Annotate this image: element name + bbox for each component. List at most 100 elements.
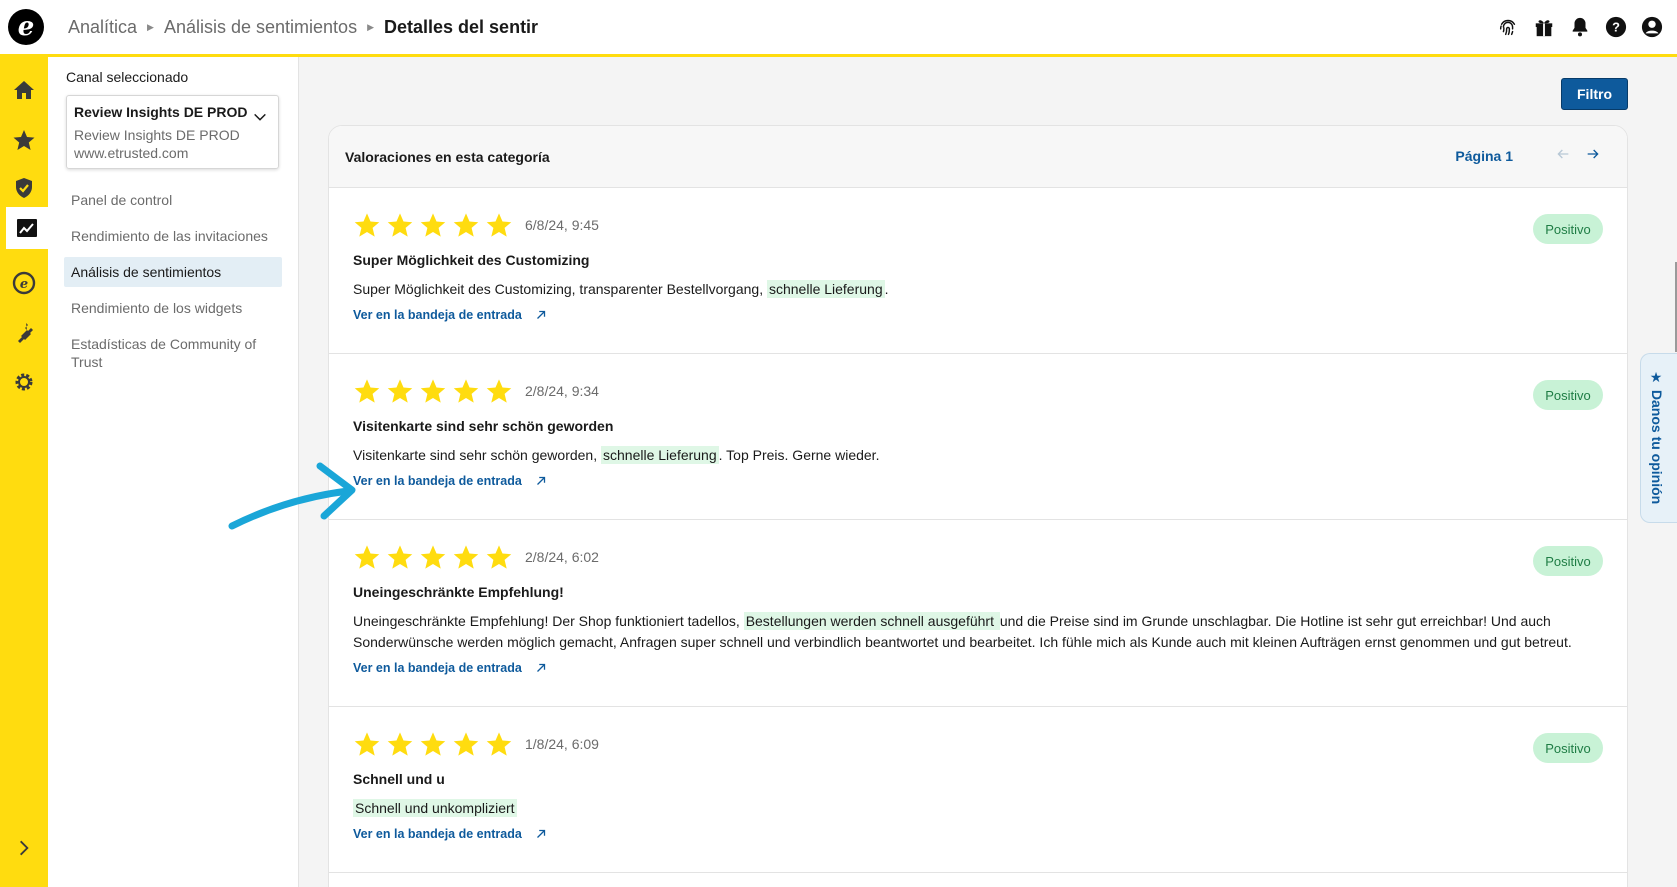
channel-title: Review Insights DE PROD bbox=[74, 104, 248, 120]
chevron-down-icon bbox=[252, 109, 268, 130]
svg-text:?: ? bbox=[1612, 20, 1620, 35]
review-date: 6/8/24, 9:45 bbox=[525, 217, 599, 233]
star-icon bbox=[387, 545, 413, 569]
external-link-icon bbox=[536, 310, 545, 319]
star-icon bbox=[354, 379, 380, 403]
bell-icon[interactable] bbox=[1569, 16, 1591, 38]
card-title: Valoraciones en esta categoría bbox=[345, 148, 550, 165]
review-date: 1/8/24, 6:09 bbox=[525, 736, 599, 752]
main-content: Filtro Valoraciones en esta categoría Pá… bbox=[300, 57, 1677, 887]
sidebar-item-community[interactable]: Estadísticas de Community of Trust bbox=[64, 329, 282, 377]
star-icon bbox=[387, 213, 413, 237]
star-rating: 2/8/24, 9:34 bbox=[353, 376, 1627, 406]
breadcrumb-item-sentiment[interactable]: Análisis de sentimientos bbox=[164, 17, 357, 38]
breadcrumb-item-analytics[interactable]: Analítica bbox=[68, 17, 137, 38]
star-icon bbox=[420, 213, 446, 237]
review-item: 2/8/24, 9:34 Visitenkarte sind sehr schö… bbox=[329, 354, 1627, 520]
star-icon bbox=[387, 732, 413, 756]
star-icon bbox=[486, 732, 512, 756]
sidebar-item-widgets[interactable]: Rendimiento de los widgets bbox=[64, 293, 282, 323]
review-text-before: Visitenkarte sind sehr schön geworden, bbox=[353, 447, 601, 463]
star-icon bbox=[453, 213, 479, 237]
feedback-tab-label: ★ Danos tu opinión bbox=[1649, 370, 1665, 505]
status-badge: Positivo bbox=[1533, 546, 1603, 576]
reviews-card: Valoraciones en esta categoría Página 1 … bbox=[328, 125, 1628, 887]
review-date: 2/8/24, 6:02 bbox=[525, 549, 599, 565]
review-title: Visitenkarte sind sehr schön geworden bbox=[353, 418, 614, 434]
shield-check-icon[interactable] bbox=[0, 167, 48, 209]
sidebar-item-sentiment[interactable]: Análisis de sentimientos bbox=[64, 257, 282, 287]
external-link-icon bbox=[536, 663, 545, 672]
review-highlight: Bestellungen werden schnell ausgeführt bbox=[743, 612, 1000, 630]
star-icon bbox=[387, 379, 413, 403]
channel-details: Review Insights DE PROD www.etrusted.com bbox=[74, 126, 271, 162]
star-rating: 1/8/24, 6:09 bbox=[353, 729, 1627, 759]
sidebar-menu: Panel de control Rendimiento de las invi… bbox=[64, 185, 282, 383]
review-item: 1/8/24, 6:09 Schnell und u Schnell und u… bbox=[329, 707, 1627, 873]
star-icon bbox=[486, 545, 512, 569]
plug-icon[interactable] bbox=[0, 311, 48, 353]
star-icon bbox=[354, 213, 380, 237]
view-in-inbox-label: Ver en la bandeja de entrada bbox=[353, 827, 522, 841]
status-badge: Positivo bbox=[1533, 380, 1603, 410]
review-text-before: Uneingeschränkte Empfehlung! Der Shop fu… bbox=[353, 613, 744, 629]
review-text: Uneingeschränkte Empfehlung! Der Shop fu… bbox=[353, 611, 1627, 653]
review-highlight: Schnell und unkompliziert bbox=[353, 799, 517, 817]
status-badge: Positivo bbox=[1533, 214, 1603, 244]
channel-name: Review Insights DE PROD bbox=[74, 127, 240, 143]
annotation-arrow-icon bbox=[228, 462, 356, 530]
review-text: Visitenkarte sind sehr schön geworden, s… bbox=[353, 445, 1627, 466]
etrusted-logo[interactable]: e bbox=[8, 9, 44, 45]
sidebar-item-dashboard[interactable]: Panel de control bbox=[64, 185, 282, 215]
review-title: Super Möglichkeit des Customizing bbox=[353, 252, 590, 268]
page-indicator: Página 1 bbox=[1455, 148, 1513, 164]
top-bar: e Analítica ▶ Análisis de sentimientos ▶… bbox=[0, 0, 1677, 57]
view-in-inbox-link[interactable]: Ver en la bandeja de entrada bbox=[353, 661, 548, 675]
view-in-inbox-label: Ver en la bandeja de entrada bbox=[353, 308, 522, 322]
view-in-inbox-link[interactable]: Ver en la bandeja de entrada bbox=[353, 308, 548, 322]
review-date: 2/8/24, 9:34 bbox=[525, 383, 599, 399]
star-icon bbox=[354, 732, 380, 756]
home-icon[interactable] bbox=[0, 69, 48, 111]
review-text-before: Super Möglichkeit des Customizing, trans… bbox=[353, 281, 767, 297]
arrow-left-icon[interactable] bbox=[1555, 146, 1571, 167]
view-in-inbox-label: Ver en la bandeja de entrada bbox=[353, 474, 522, 488]
filter-button[interactable]: Filtro bbox=[1561, 78, 1628, 110]
view-in-inbox-link[interactable]: Ver en la bandeja de entrada bbox=[353, 827, 548, 841]
fingerprint-icon[interactable] bbox=[1497, 16, 1519, 38]
top-icons: ? bbox=[1497, 16, 1663, 38]
review-text-after: . Top Preis. Gerne wieder. bbox=[718, 447, 880, 463]
star-icon bbox=[453, 732, 479, 756]
review-text: Super Möglichkeit des Customizing, trans… bbox=[353, 279, 1627, 300]
user-icon[interactable] bbox=[1641, 16, 1663, 38]
arrow-right-icon[interactable] bbox=[1585, 146, 1601, 167]
breadcrumb-separator-icon: ▶ bbox=[147, 21, 154, 32]
review-highlight: schnelle Lieferung bbox=[766, 280, 885, 298]
view-in-inbox-link[interactable]: Ver en la bandeja de entrada bbox=[353, 474, 548, 488]
external-link-icon bbox=[536, 476, 545, 485]
help-icon[interactable]: ? bbox=[1605, 16, 1627, 38]
gear-icon[interactable] bbox=[0, 361, 48, 403]
main-nav-rail: e bbox=[0, 57, 48, 887]
star-icon bbox=[486, 213, 512, 237]
star-icon[interactable] bbox=[0, 119, 48, 161]
channel-selector[interactable]: Review Insights DE PROD Review Insights … bbox=[66, 95, 279, 169]
etrusted-icon[interactable]: e bbox=[0, 262, 48, 304]
status-badge: Positivo bbox=[1533, 733, 1603, 763]
channel-label: Canal seleccionado bbox=[66, 69, 189, 85]
feedback-tab[interactable]: ★ Danos tu opinión bbox=[1640, 353, 1677, 523]
review-highlight: schnelle Lieferung bbox=[601, 446, 719, 464]
chevron-right-icon[interactable] bbox=[0, 827, 48, 869]
star-icon bbox=[420, 379, 446, 403]
review-text: Schnell und unkompliziert bbox=[353, 798, 1627, 819]
star-rating: 2/8/24, 6:02 bbox=[353, 542, 1627, 572]
view-in-inbox-label: Ver en la bandeja de entrada bbox=[353, 661, 522, 675]
review-title: Uneingeschränkte Empfehlung! bbox=[353, 584, 564, 600]
star-icon bbox=[420, 732, 446, 756]
star-icon bbox=[453, 545, 479, 569]
sidebar-item-invitations[interactable]: Rendimiento de las invitaciones bbox=[64, 221, 282, 251]
analytics-icon[interactable] bbox=[6, 207, 48, 249]
gift-icon[interactable] bbox=[1533, 16, 1555, 38]
review-text-after: . bbox=[884, 281, 889, 297]
review-item: 2/8/24, 6:02 Uneingeschränkte Empfehlung… bbox=[329, 520, 1627, 707]
